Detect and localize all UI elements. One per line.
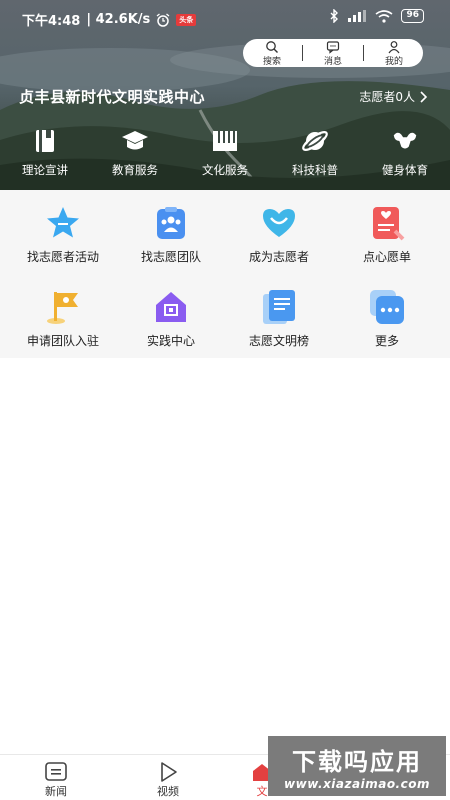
network-speed: | 42.6K/s xyxy=(86,12,151,27)
flag-icon xyxy=(47,292,78,324)
service-label: 实践中心 xyxy=(146,334,195,348)
category-row: 理论宣讲 教育服务 文化服务 科技科普 健身体育 xyxy=(0,126,450,182)
wifi-icon xyxy=(375,9,393,23)
service-label: 成为志愿者 xyxy=(248,250,309,264)
toolbar-divider xyxy=(363,45,364,61)
muscle-icon xyxy=(393,132,417,149)
service-label: 点心愿单 xyxy=(362,250,411,264)
nav-video[interactable]: 视频 xyxy=(138,761,198,799)
messages-button[interactable]: 消息 xyxy=(305,40,361,67)
service-label: 找志愿团队 xyxy=(140,250,201,264)
service-label: 找志愿者活动 xyxy=(26,250,99,264)
watermark-url: www.xiazaimao.com xyxy=(284,776,430,791)
star-icon xyxy=(47,207,79,238)
nav-third-label: 文 xyxy=(256,785,268,798)
messages-label: 消息 xyxy=(323,56,342,67)
chevron-right-icon xyxy=(420,90,428,103)
volunteer-count-text: 志愿者0人 xyxy=(359,90,415,104)
service-wish-list[interactable]: 点心愿单 xyxy=(331,204,443,265)
category-label: 科技科普 xyxy=(292,163,338,177)
watermark-title: 下载吗应用 xyxy=(292,747,422,776)
battery-indicator: 96 xyxy=(401,9,424,23)
document-icon xyxy=(263,290,295,324)
category-science[interactable]: 科技科普 xyxy=(270,126,360,182)
service-find-team[interactable]: 找志愿团队 xyxy=(115,204,227,265)
volunteer-count-link[interactable]: 志愿者0人 xyxy=(359,88,428,105)
service-label: 更多 xyxy=(374,334,399,348)
alarm-icon xyxy=(156,12,170,27)
category-theory[interactable]: 理论宣讲 xyxy=(0,126,90,182)
signal-icon xyxy=(348,10,367,22)
center-title: 贞丰县新时代文明实践中心 xyxy=(19,88,206,106)
more-icon xyxy=(370,290,404,324)
search-icon xyxy=(266,40,278,53)
mine-label: 我的 xyxy=(384,56,403,67)
nav-news-label: 新闻 xyxy=(45,785,67,798)
app-notification-badge: 头条 xyxy=(176,13,197,26)
house-icon xyxy=(156,292,186,322)
top-toolbar: 搜索 消息 我的 xyxy=(243,39,423,67)
bluetooth-icon xyxy=(330,9,339,23)
toolbar-divider xyxy=(302,45,303,61)
service-find-activity[interactable]: 找志愿者活动 xyxy=(7,204,119,265)
wish-list-icon xyxy=(373,207,405,241)
status-time: 下午4:48 xyxy=(22,14,81,29)
category-culture[interactable]: 文化服务 xyxy=(180,126,270,182)
service-label: 志愿文明榜 xyxy=(248,334,309,348)
nav-video-label: 视频 xyxy=(157,785,179,798)
news-icon xyxy=(45,762,67,781)
graduation-cap-icon xyxy=(122,131,148,150)
category-education[interactable]: 教育服务 xyxy=(90,126,180,182)
search-label: 搜索 xyxy=(262,56,281,67)
team-icon xyxy=(157,207,185,239)
category-fitness[interactable]: 健身体育 xyxy=(360,126,450,182)
planet-icon xyxy=(302,131,328,151)
category-label: 理论宣讲 xyxy=(22,163,68,177)
service-apply-team[interactable]: 申请团队入驻 xyxy=(7,288,119,349)
service-civilization-rank[interactable]: 志愿文明榜 xyxy=(223,288,335,349)
hero-banner: 下午4:48 | 42.6K/s 头条 96 搜索 消息 我的 贞丰县新时代文明… xyxy=(0,0,450,190)
heart-icon xyxy=(263,209,295,237)
user-icon xyxy=(388,40,400,53)
service-practice-center[interactable]: 实践中心 xyxy=(115,288,227,349)
book-icon xyxy=(36,130,54,152)
mine-button[interactable]: 我的 xyxy=(366,40,422,67)
services-grid: 找志愿者活动 找志愿团队 成为志愿者 点心愿单 申请团队入驻 实践中心 志愿文明… xyxy=(0,190,450,358)
category-label: 文化服务 xyxy=(202,163,248,177)
app-screen: 下午4:48 | 42.6K/s 头条 96 搜索 消息 我的 贞丰县新时代文明… xyxy=(0,0,450,800)
site-watermark: 下载吗应用 www.xiazaimao.com xyxy=(268,736,446,796)
service-label: 申请团队入驻 xyxy=(26,334,99,348)
service-become-volunteer[interactable]: 成为志愿者 xyxy=(223,204,335,265)
play-icon xyxy=(161,762,177,782)
message-icon xyxy=(326,40,340,54)
piano-icon xyxy=(213,131,237,151)
category-label: 健身体育 xyxy=(382,163,428,177)
nav-news[interactable]: 新闻 xyxy=(26,761,86,799)
service-more[interactable]: 更多 xyxy=(331,288,443,349)
category-label: 教育服务 xyxy=(112,163,158,177)
search-button[interactable]: 搜索 xyxy=(244,40,300,67)
status-bar: 下午4:48 | 42.6K/s 头条 96 xyxy=(0,8,450,29)
